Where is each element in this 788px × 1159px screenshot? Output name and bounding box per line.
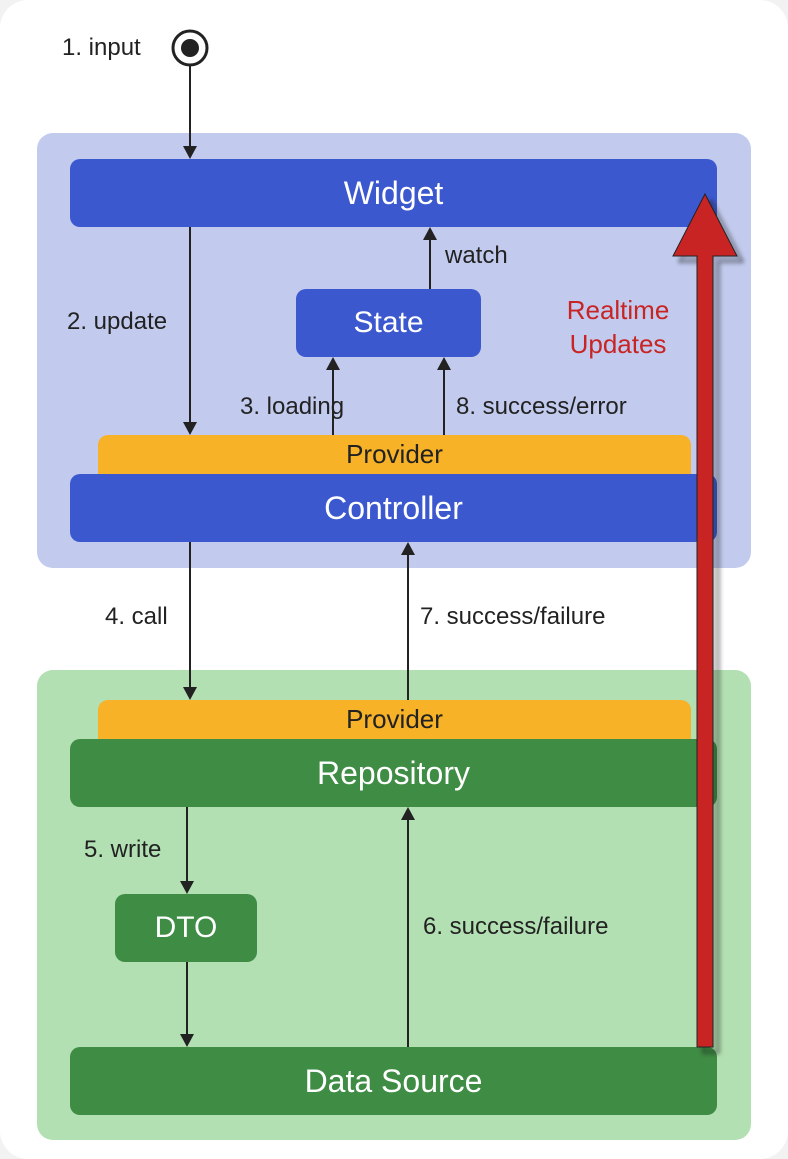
arrow-datasource-repository [401, 807, 415, 1047]
label-step2: 2. update [67, 308, 167, 336]
arrow-widget-controller [183, 227, 197, 435]
arrow-input-widget [183, 65, 197, 159]
label-step5: 5. write [84, 836, 161, 864]
arrow-controller-state-result [437, 357, 451, 435]
arrow-repository-dto [180, 807, 194, 894]
label-step4: 4. call [105, 603, 168, 631]
connector-layer [0, 0, 788, 1159]
label-step3: 3. loading [240, 393, 344, 421]
arrow-repository-controller [401, 542, 415, 700]
arrow-state-widget-watch [423, 227, 437, 289]
label-step8: 8. success/error [456, 393, 627, 421]
start-node [173, 31, 207, 65]
label-watch: watch [445, 242, 508, 270]
label-realtime: Realtime Updates [553, 294, 683, 362]
label-step1: 1. input [62, 34, 141, 62]
label-step6: 6. success/failure [423, 913, 608, 941]
arrow-controller-repository [183, 542, 197, 700]
diagram-canvas: Widget State Provider Controller Provide… [0, 0, 788, 1159]
arrow-dto-datasource [180, 962, 194, 1047]
label-step7: 7. success/failure [420, 603, 605, 631]
